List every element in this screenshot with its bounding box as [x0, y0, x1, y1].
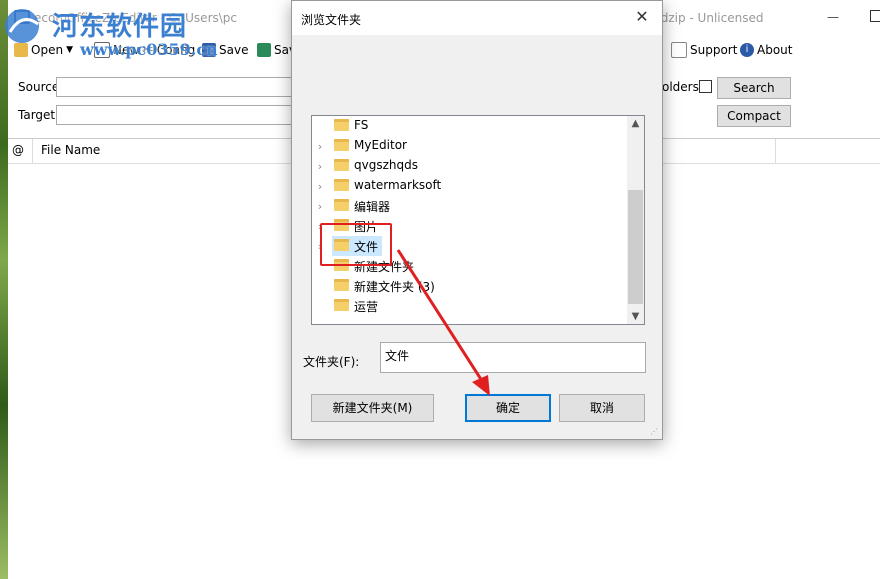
scroll-down-icon[interactable]: ▼	[627, 311, 644, 322]
folder-icon	[334, 279, 349, 291]
folder-field-label: 文件夹(F):	[303, 355, 360, 369]
folder-icon	[334, 139, 349, 151]
column-file-name[interactable]: File Name	[41, 143, 100, 157]
watermark-title: 河东软件园	[52, 12, 188, 42]
tree-item-label: 运营	[354, 300, 379, 314]
dialog-title-bar: 浏览文件夹 ✕	[292, 1, 662, 35]
tree-item-label: 新建文件夹 (3)	[354, 280, 435, 294]
watermark-url: www.pc0359.cn	[80, 40, 218, 59]
column-divider	[775, 139, 776, 163]
about-button[interactable]: i About	[740, 38, 792, 62]
folder-icon	[334, 159, 349, 171]
column-at[interactable]: @	[12, 143, 24, 157]
tree-item[interactable]: › qvgszhqds	[312, 156, 628, 176]
annotation-highlight-box	[320, 223, 392, 266]
watermark-logo-icon	[5, 9, 39, 43]
scrollbar-thumb[interactable]	[628, 190, 643, 304]
subfolders-label: olders	[662, 80, 699, 94]
chevron-right-icon[interactable]: ›	[315, 180, 325, 193]
source-label: Source	[18, 80, 60, 94]
close-icon[interactable]: ✕	[632, 7, 652, 26]
tree-item[interactable]: FS	[312, 116, 628, 136]
target-label: Target	[18, 108, 56, 122]
chevron-down-icon: ▼	[66, 45, 73, 55]
source-input[interactable]	[56, 77, 296, 97]
scroll-up-icon[interactable]: ▲	[627, 118, 644, 129]
subfolders-checkbox[interactable]	[699, 80, 712, 93]
tree-item-label: qvgszhqds	[354, 158, 418, 172]
desktop-background	[0, 0, 8, 579]
tree-item[interactable]: › MyEditor	[312, 136, 628, 156]
new-folder-button[interactable]: 新建文件夹(M)	[311, 394, 434, 422]
cancel-button[interactable]: 取消	[559, 394, 645, 422]
chevron-right-icon[interactable]: ›	[315, 140, 325, 153]
search-button[interactable]: Search	[717, 77, 791, 99]
browse-folder-dialog: 浏览文件夹 ✕ FS › MyEditor › qvgszhqds › wate…	[291, 0, 663, 440]
tree-item[interactable]: 新建文件夹 (3)	[312, 276, 628, 296]
maximize-button[interactable]	[870, 10, 880, 22]
tree-item-label: MyEditor	[354, 138, 407, 152]
chevron-right-icon[interactable]: ›	[315, 160, 325, 173]
tree-item[interactable]: › watermarksoft	[312, 176, 628, 196]
dialog-title: 浏览文件夹	[301, 13, 362, 27]
tree-item[interactable]: › 编辑器	[312, 196, 628, 216]
compact-button[interactable]: Compact	[717, 105, 791, 127]
save-as-icon	[257, 43, 271, 57]
tree-item-label: watermarksoft	[354, 178, 442, 192]
vertical-scrollbar[interactable]: ▲ ▼	[627, 116, 644, 324]
support-button[interactable]: Support	[671, 38, 737, 62]
tree-item-label: 编辑器	[354, 200, 391, 214]
folder-icon	[334, 179, 349, 191]
ok-button[interactable]: 确定	[465, 394, 551, 422]
folder-icon	[334, 119, 349, 131]
tree-item[interactable]: 运营	[312, 296, 628, 316]
folder-input[interactable]: 文件	[380, 342, 646, 373]
tree-item-label: FS	[354, 118, 369, 132]
column-divider	[32, 139, 33, 163]
folder-tree[interactable]: FS › MyEditor › qvgszhqds › watermarksof…	[311, 115, 645, 325]
support-icon	[671, 42, 687, 58]
target-input[interactable]	[56, 105, 296, 125]
folder-icon	[334, 199, 349, 211]
info-icon: i	[740, 43, 754, 57]
minimize-button[interactable]: —	[823, 7, 843, 27]
folder-icon	[334, 299, 349, 311]
resize-grip-icon[interactable]: ⋰	[650, 427, 660, 437]
window-title-suffix: rdzip - Unlicensed	[656, 11, 764, 25]
chevron-right-icon[interactable]: ›	[315, 200, 325, 213]
